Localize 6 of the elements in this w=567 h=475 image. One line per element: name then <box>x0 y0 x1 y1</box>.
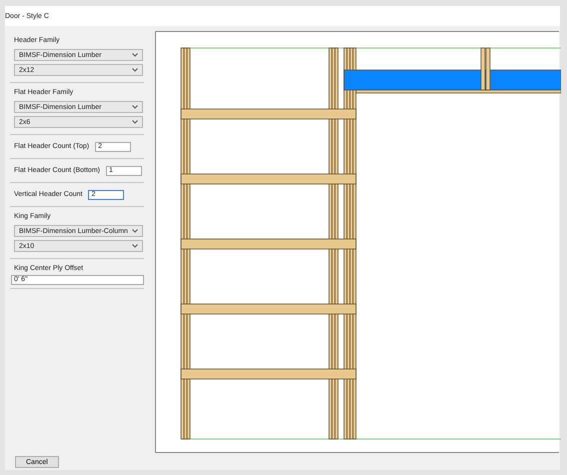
chevron-down-icon <box>132 53 138 57</box>
chevron-down-icon <box>132 120 138 124</box>
chevron-down-icon <box>132 105 138 109</box>
chevron-down-icon <box>132 244 138 248</box>
chevron-down-icon <box>132 68 138 72</box>
chevron-down-icon <box>132 229 138 233</box>
